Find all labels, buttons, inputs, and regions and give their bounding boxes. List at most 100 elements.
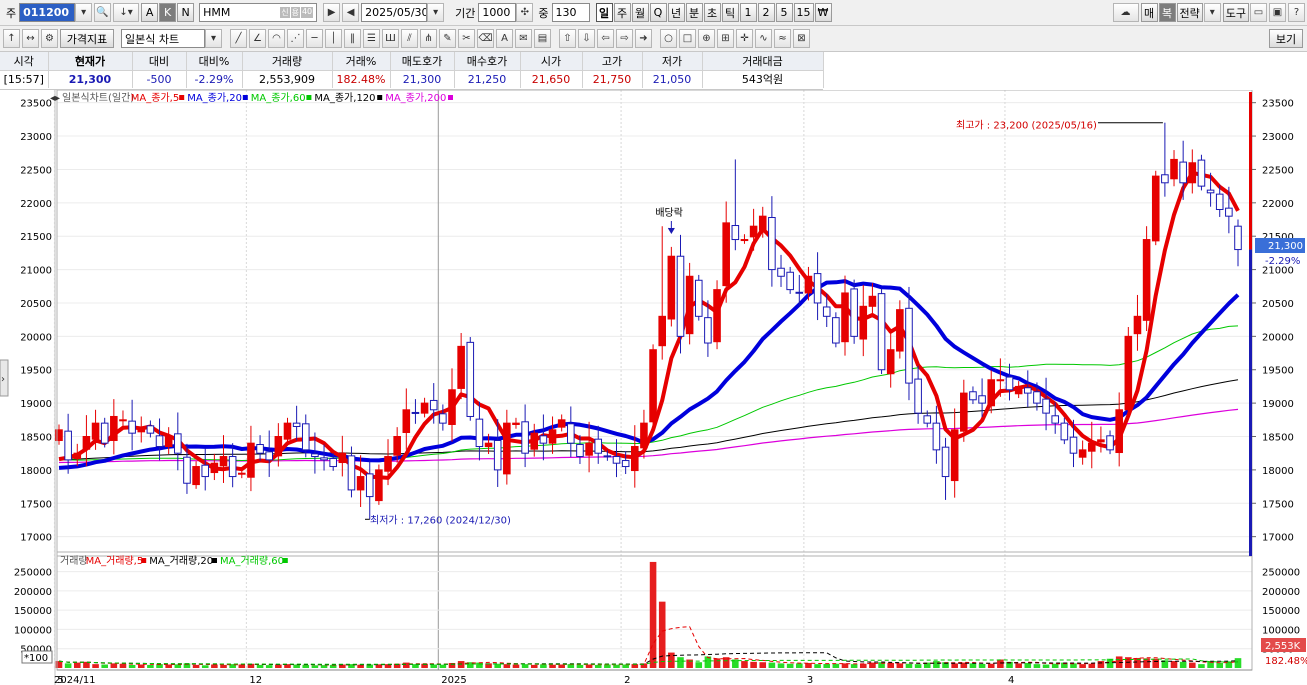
mode-k-button[interactable]: K — [159, 3, 177, 22]
arrow-left-icon[interactable]: ⇦ — [597, 29, 614, 48]
interval-year[interactable]: 년 — [667, 3, 685, 22]
crosshair-tool-icon[interactable]: ✛ — [736, 29, 753, 48]
legend-swatch — [377, 95, 383, 100]
mode-a-button[interactable]: A — [141, 3, 159, 22]
interval-5[interactable]: 5 — [775, 3, 793, 22]
interval-week[interactable]: 주 — [613, 3, 631, 22]
play-icon[interactable]: ▶ — [323, 3, 341, 22]
expand-icon[interactable]: ↔ — [22, 29, 39, 48]
channel-icon[interactable]: ⫽ — [401, 29, 418, 48]
measure-icon[interactable]: ✂ — [458, 29, 475, 48]
legend-item: MA_종가,200 — [385, 92, 446, 104]
crosshair-icon[interactable]: ✣ — [516, 3, 534, 22]
volume-bar — [668, 652, 675, 668]
arc-icon[interactable]: ◠ — [268, 29, 285, 48]
volume-unit-label: *100 — [24, 653, 48, 664]
count-input[interactable]: 130 — [551, 3, 590, 22]
zoom-icon[interactable]: ⊕ — [698, 29, 715, 48]
candle-body — [210, 462, 219, 474]
strategy-dropdown-icon[interactable]: ▾ — [1203, 3, 1221, 22]
stock-chart[interactable]: › 17000 17000 17500 17500 18000 18000 18500 185… — [0, 90, 1307, 685]
eraser-icon[interactable]: ⌫ — [477, 29, 494, 48]
angle-icon[interactable]: ∠ — [249, 29, 266, 48]
interval-month[interactable]: 월 — [631, 3, 649, 22]
interval-minute[interactable]: 분 — [685, 3, 703, 22]
period-input[interactable]: 1000 — [478, 3, 517, 22]
volume-bar — [594, 664, 602, 668]
candle-body — [1133, 315, 1142, 335]
interval-1[interactable]: 1 — [739, 3, 757, 22]
candle-body — [311, 453, 319, 458]
circle-icon[interactable]: ○ — [660, 29, 677, 48]
candle-body — [649, 349, 657, 423]
up-arrow-icon[interactable]: ↑ — [3, 29, 20, 48]
sort-dropdown-icon[interactable]: ↓▾ — [113, 3, 140, 22]
interval-15[interactable]: 15 — [793, 3, 814, 22]
view-button[interactable]: 보기 — [1269, 29, 1303, 48]
pattern-icon[interactable]: ∿ — [755, 29, 772, 48]
hline-icon[interactable]: ─ — [306, 29, 323, 48]
fan-icon[interactable]: ⋰ — [287, 29, 304, 48]
buy-button[interactable]: 매 — [1140, 3, 1158, 22]
save-icon[interactable]: ▣ — [1269, 3, 1286, 22]
signal-icon[interactable]: ➜ — [635, 29, 652, 48]
help-icon[interactable]: ? — [1288, 3, 1305, 22]
interval-day[interactable]: 일 — [595, 3, 613, 22]
interval-second[interactable]: 초 — [703, 3, 721, 22]
pitchfork-icon[interactable]: ⋔ — [420, 29, 437, 48]
wave-icon[interactable]: ≈ — [774, 29, 791, 48]
value-bid: 21,250 — [454, 70, 521, 88]
image-icon[interactable]: ▤ — [534, 29, 551, 48]
cycle-icon[interactable]: Ш — [382, 29, 399, 48]
candle-body — [1051, 415, 1059, 424]
y-tick-left: 22500 — [20, 165, 52, 176]
code-dropdown-icon[interactable]: ▾ — [75, 3, 93, 22]
interval-quarter[interactable]: Q — [649, 3, 667, 22]
settings-icon[interactable]: ⚙ — [41, 29, 58, 48]
grid-lines-icon[interactable]: ☰ — [363, 29, 380, 48]
cloud-icon[interactable]: ☁ — [1112, 3, 1139, 22]
price-indicator-button[interactable]: 가격지표 — [60, 29, 114, 48]
vol-tick-left: 100000 — [14, 625, 52, 636]
chart-type-select[interactable]: 일본식 차트 — [121, 29, 205, 48]
currency-button[interactable]: ₩ — [814, 3, 832, 22]
strategy-button[interactable]: 전략 — [1176, 3, 1203, 22]
vline-icon[interactable]: │ — [325, 29, 342, 48]
header-change-pct: 대비% — [186, 52, 243, 71]
interval-2[interactable]: 2 — [757, 3, 775, 22]
stock-badges: 신 용 40 — [280, 7, 314, 18]
back-icon[interactable]: ◀ — [342, 3, 360, 22]
chart-type-dropdown-icon[interactable]: ▾ — [205, 29, 222, 48]
search-icon[interactable]: 🔍 — [94, 3, 112, 22]
value-low: 21,050 — [642, 70, 703, 88]
text-icon[interactable]: A — [496, 29, 513, 48]
candle-body — [402, 409, 411, 433]
zoom-area-icon[interactable]: ⊞ — [717, 29, 734, 48]
pencil-icon[interactable]: ✎ — [439, 29, 456, 48]
compound-button[interactable]: 복 — [1158, 3, 1176, 22]
fib-icon[interactable]: ‖ — [344, 29, 361, 48]
candle-body — [466, 341, 475, 417]
arrow-down-icon[interactable]: ⇩ — [578, 29, 595, 48]
candle-body — [749, 225, 758, 238]
date-input[interactable]: 2025/05/30 — [361, 3, 428, 22]
candle-body — [786, 271, 794, 291]
vol-tick-right: 150000 — [1262, 606, 1300, 617]
rectangle-icon[interactable]: □ — [679, 29, 696, 48]
mode-n-button[interactable]: N — [177, 3, 195, 22]
interval-tick[interactable]: 틱 — [721, 3, 739, 22]
calendar-dropdown-icon[interactable]: ▾ — [427, 3, 445, 22]
candle-body — [978, 395, 986, 404]
header-low: 저가 — [642, 52, 703, 71]
arrow-up-icon[interactable]: ⇧ — [559, 29, 576, 48]
stock-code-input[interactable]: 011200 — [19, 3, 76, 22]
candle-body — [1151, 175, 1160, 242]
clear-icon[interactable]: ⊠ — [793, 29, 810, 48]
note-icon[interactable]: ✉ — [515, 29, 532, 48]
tools-button[interactable]: 도구 — [1222, 3, 1249, 22]
trendline-icon[interactable]: ╱ — [230, 29, 247, 48]
folder-icon[interactable]: ▭ — [1250, 3, 1267, 22]
arrow-right-icon[interactable]: ⇨ — [616, 29, 633, 48]
legend-collapse-icon[interactable]: ◂▸ — [50, 93, 60, 104]
stock-name-field[interactable]: HMM 신 용 40 — [199, 3, 318, 22]
